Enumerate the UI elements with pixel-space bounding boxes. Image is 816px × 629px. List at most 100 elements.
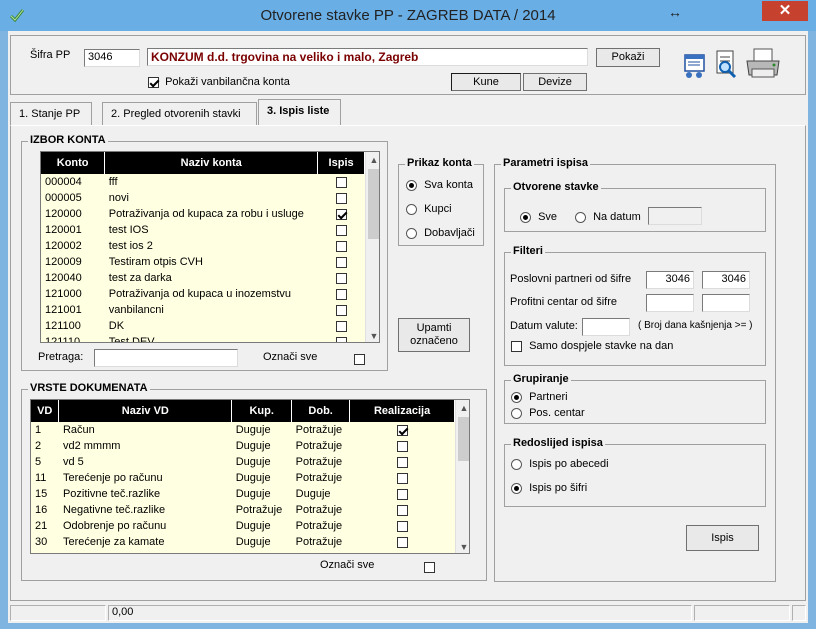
ispis-checkbox[interactable] <box>335 304 347 316</box>
radio-sva-konta[interactable]: Sva konta <box>406 179 473 191</box>
naziv-vd-cell: Odobrenje po računu <box>58 518 232 534</box>
vd-scroll-thumb[interactable] <box>458 417 469 461</box>
konta-table-row[interactable]: 121001 vanbilancni <box>41 302 365 318</box>
sva-konta-radio[interactable] <box>406 179 417 191</box>
scroll-down-arrow-icon[interactable]: ▼ <box>366 328 379 342</box>
tab-pregled-otvorenih-stavki[interactable]: 2. Pregled otvorenih stavki <box>102 102 257 125</box>
realizacija-checkbox[interactable] <box>396 472 408 484</box>
radio-pos-centar[interactable]: Pos. centar <box>511 407 585 419</box>
close-button[interactable]: ✕ <box>762 1 808 21</box>
dospjele-checkbox[interactable] <box>511 340 522 352</box>
ispis-cell <box>317 334 365 342</box>
vd-scroll-up-arrow-icon[interactable]: ▲ <box>456 400 469 416</box>
radio-na-datum[interactable]: Na datum <box>575 211 641 223</box>
konta-table-row[interactable]: 120000 Potraživanja od kupaca za robu i u… <box>41 206 365 222</box>
vd-oznaci-sve-checkbox[interactable] <box>424 561 436 573</box>
ispis-button[interactable]: Ispis <box>686 525 759 551</box>
search-document-icon[interactable] <box>713 49 739 81</box>
vanbilancna-checkbox[interactable] <box>148 76 159 88</box>
radio-ispis-po-sifri[interactable]: Ispis po šifri <box>511 482 587 494</box>
vd-table-row[interactable]: 30 Terećenje za kamate Duguje Potražuje <box>31 534 455 550</box>
vd-table-container: VD Naziv VD Kup. Dob. Realizacija 1 Račun… <box>30 399 470 554</box>
konta-table-row[interactable]: 121100 DK <box>41 318 365 334</box>
realizacija-checkbox[interactable] <box>396 424 408 436</box>
realizacija-checkbox[interactable] <box>396 520 408 532</box>
partneri-radio[interactable] <box>511 391 522 403</box>
ispis-checkbox[interactable] <box>335 256 347 268</box>
tab-ispis-liste[interactable]: 3. Ispis liste <box>258 99 341 126</box>
devize-button[interactable]: Devize <box>523 73 587 91</box>
realizacija-checkbox[interactable] <box>396 456 408 468</box>
kune-button[interactable]: Kune <box>451 73 521 91</box>
konta-table-row[interactable]: 120001 test IOS <box>41 222 365 238</box>
vanbilancna-checkbox-row[interactable]: Pokaži vanbilančna konta <box>148 76 290 88</box>
vd-table-row[interactable]: 11 Terećenje po računu Duguje Potražuje <box>31 470 455 486</box>
konta-table-row[interactable]: 120040 test za darka <box>41 270 365 286</box>
resize-icon[interactable]: ↔ <box>668 4 682 20</box>
scroll-thumb[interactable] <box>368 169 379 239</box>
radio-ispis-po-abecedi[interactable]: Ispis po abecedi <box>511 458 609 470</box>
konto-cell: 120040 <box>41 270 105 286</box>
vd-table-row[interactable]: 15 Pozitivne teč.razlike Duguje Duguje <box>31 486 455 502</box>
ispis-checkbox[interactable] <box>335 288 347 300</box>
konta-table-row[interactable]: 121000 Potraživanja od kupaca u inozemstv… <box>41 286 365 302</box>
tab-stanje-pp[interactable]: 1. Stanje PP <box>10 102 92 125</box>
ispis-checkbox[interactable] <box>335 176 347 188</box>
vd-table-row[interactable]: 16 Negativne teč.razlike Potražuje Potražuj… <box>31 502 455 518</box>
na-datum-radio[interactable] <box>575 211 586 223</box>
profitni-od-input[interactable] <box>646 294 694 312</box>
ispis-cell <box>317 302 365 318</box>
realizacija-checkbox[interactable] <box>396 536 408 548</box>
vd-scroll-down-arrow-icon[interactable]: ▼ <box>456 539 469 553</box>
pokazi-button[interactable]: Pokaži <box>596 48 660 67</box>
printer-icon[interactable] <box>744 47 782 81</box>
upamti-label: Upamti <box>416 322 452 334</box>
kupci-radio[interactable] <box>406 203 417 215</box>
scroll-up-arrow-icon[interactable]: ▲ <box>366 152 379 168</box>
konta-scrollbar[interactable]: ▲ ▼ <box>365 152 379 342</box>
vd-table-row[interactable]: 1 Račun Duguje Potražuje <box>31 422 455 438</box>
realizacija-checkbox[interactable] <box>396 504 408 516</box>
vd-table-row[interactable]: 2 vd2 mmmm Duguje Potražuje <box>31 438 455 454</box>
realizacija-checkbox[interactable] <box>396 488 408 500</box>
ispis-checkbox[interactable] <box>335 240 347 252</box>
realizacija-cell <box>349 454 455 470</box>
ispis-po-abecedi-radio[interactable] <box>511 458 522 470</box>
konta-table-row[interactable]: 120009 Testiram otpis CVH <box>41 254 365 270</box>
dobavljaci-radio[interactable] <box>406 227 417 239</box>
ispis-checkbox[interactable] <box>335 192 347 204</box>
upamti-oznaceno-button[interactable]: Upamti označeno <box>398 318 470 352</box>
vd-table-row[interactable]: 5 vd 5 Duguje Potražuje <box>31 454 455 470</box>
ispis-checkbox[interactable] <box>335 336 347 342</box>
window-icon[interactable] <box>682 51 708 81</box>
radio-partneri[interactable]: Partneri <box>511 391 568 403</box>
sifra-input[interactable]: 3046 <box>84 49 140 67</box>
pretraga-input[interactable] <box>94 349 238 367</box>
ispis-checkbox[interactable] <box>335 272 347 284</box>
ispis-checkbox[interactable] <box>335 224 347 236</box>
dospjele-checkbox-row[interactable]: Samo dospjele stavke na dan <box>511 340 673 352</box>
vd-scrollbar[interactable]: ▲ ▼ <box>455 400 469 553</box>
otvorene-stavke-title: Otvorene stavke <box>511 181 601 193</box>
profitni-do-input[interactable] <box>702 294 750 312</box>
realizacija-checkbox[interactable] <box>396 440 408 452</box>
pos-centar-radio[interactable] <box>511 407 522 419</box>
datum-valute-input[interactable] <box>582 318 630 336</box>
ispis-checkbox[interactable] <box>335 320 347 332</box>
na-datum-input[interactable] <box>648 207 702 225</box>
ispis-checkbox[interactable] <box>335 208 347 220</box>
konta-table-row[interactable]: 121110 Test DEV <box>41 334 365 342</box>
konta-table-row[interactable]: 000004 fff <box>41 174 365 190</box>
sve-radio[interactable] <box>520 211 531 223</box>
poslovni-od-input[interactable]: 3046 <box>646 271 694 289</box>
radio-kupci[interactable]: Kupci <box>406 203 452 215</box>
konta-oznaci-sve-checkbox[interactable] <box>354 353 365 365</box>
vd-table-row[interactable]: 21 Odobrenje po računu Duguje Potražuje <box>31 518 455 534</box>
kupci-label: Kupci <box>424 203 452 215</box>
ispis-po-sifri-radio[interactable] <box>511 482 522 494</box>
konta-table-row[interactable]: 120002 test ios 2 <box>41 238 365 254</box>
radio-sve[interactable]: Sve <box>520 211 557 223</box>
radio-dobavljaci[interactable]: Dobavljači <box>406 227 475 239</box>
poslovni-do-input[interactable]: 3046 <box>702 271 750 289</box>
konta-table-row[interactable]: 000005 novi <box>41 190 365 206</box>
